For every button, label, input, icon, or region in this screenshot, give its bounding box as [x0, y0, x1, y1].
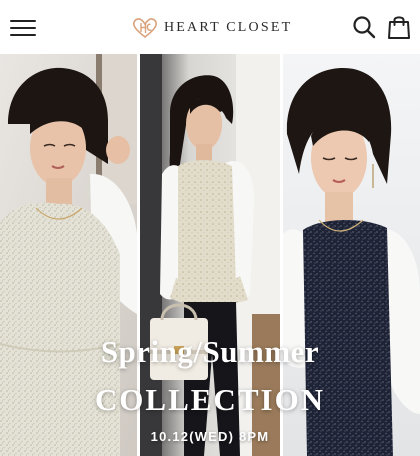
search-icon[interactable]: [352, 15, 376, 39]
heart-logo-icon: [133, 18, 157, 39]
page: HEART CLOSET Spring/Summer COLLECTION 10…: [0, 0, 420, 456]
hero-photo-center: [140, 54, 280, 456]
model-photo-light-tweed: [0, 54, 137, 456]
model-photo-with-bag: [140, 54, 280, 456]
shopping-bag-icon[interactable]: [387, 14, 411, 40]
model-photo-navy-tweed: [283, 54, 420, 456]
menu-line: [10, 34, 36, 36]
hero-photo-right: [283, 54, 420, 456]
hero-banner[interactable]: Spring/Summer COLLECTION 10.12(WED) 8PM: [0, 54, 420, 456]
brand-logo[interactable]: HEART CLOSET: [132, 16, 292, 40]
hamburger-menu-icon[interactable]: [10, 18, 36, 38]
menu-line: [10, 20, 36, 22]
brand-name: HEART CLOSET: [164, 20, 293, 35]
site-header: HEART CLOSET: [0, 0, 420, 54]
menu-line: [10, 27, 36, 29]
hero-photo-left: [0, 54, 137, 456]
